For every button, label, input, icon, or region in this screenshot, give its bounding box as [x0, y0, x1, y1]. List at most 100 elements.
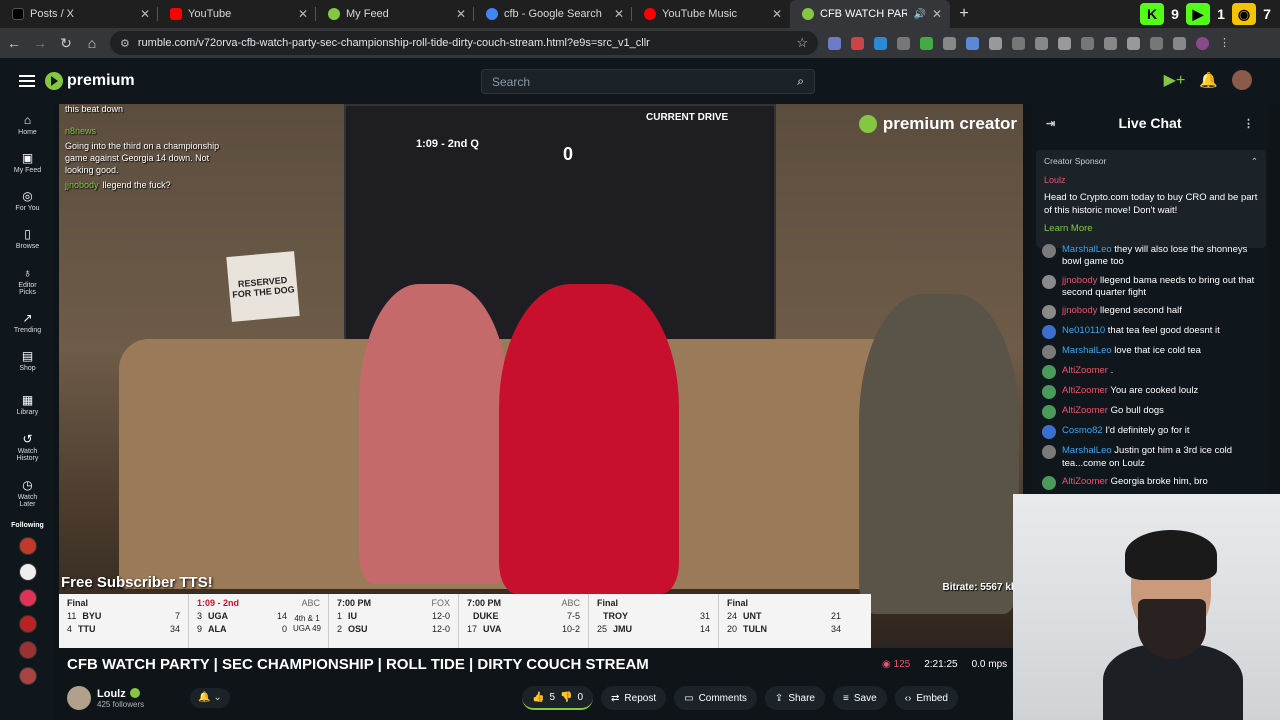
extension-icon[interactable]	[1058, 36, 1071, 50]
glasses-extension-icon[interactable]: ◉	[1232, 3, 1256, 25]
extension-icon[interactable]	[920, 36, 933, 50]
chat-options-icon[interactable]: ⋮	[1243, 117, 1254, 130]
tab-youtube[interactable]: YouTube ✕	[158, 0, 316, 28]
comments-button[interactable]: ▭ Comments	[674, 686, 757, 710]
channel-avatar[interactable]	[67, 686, 91, 710]
new-tab-button[interactable]: +	[950, 5, 978, 23]
extension-icon[interactable]	[1012, 36, 1025, 50]
chat-user-avatar[interactable]	[1042, 405, 1056, 420]
bookmark-star-icon[interactable]: ☆	[796, 35, 808, 51]
forward-icon[interactable]: →	[32, 35, 48, 51]
save-button[interactable]: ≡ Save	[833, 686, 887, 710]
followed-channel-avatar[interactable]	[18, 615, 37, 633]
chat-username[interactable]: AltiZoomer	[1062, 365, 1108, 376]
chat-username[interactable]: MarshalLeo	[1062, 244, 1112, 255]
extension-icon[interactable]	[874, 36, 887, 50]
chat-username[interactable]: AltiZoomer	[1062, 405, 1108, 416]
play-extension-icon[interactable]: ▶	[1186, 3, 1210, 25]
home-icon[interactable]: ⌂	[84, 35, 100, 51]
extension-icon[interactable]	[989, 36, 1002, 50]
chat-username[interactable]: AltiZoomer	[1062, 385, 1108, 396]
tab-cfb-watch-party[interactable]: CFB WATCH PARTY | SEC CH 🔊 ✕	[790, 0, 950, 28]
extension-icon[interactable]	[851, 36, 864, 50]
chat-username[interactable]: AltiZoomer	[1062, 476, 1108, 487]
menu-icon[interactable]: ⋮	[1219, 37, 1232, 50]
chat-user-avatar[interactable]	[1042, 325, 1056, 340]
extension-icon[interactable]	[1035, 36, 1048, 50]
speaker-icon[interactable]: 🔊	[913, 9, 925, 20]
sidebar-item-library[interactable]: ▦ Library	[0, 386, 55, 424]
back-icon[interactable]: ←	[6, 35, 22, 51]
sidebar-item-watch-history[interactable]: ↺ Watch History	[0, 424, 55, 470]
chevron-up-icon[interactable]: ⌃	[1251, 156, 1258, 167]
collapse-chat-icon[interactable]: ⇥	[1046, 117, 1055, 130]
rumble-premium-logo[interactable]: premium	[45, 72, 135, 90]
chat-username[interactable]: MarshalLeo	[1062, 445, 1112, 456]
chat-username[interactable]: jjnobody	[1062, 305, 1097, 316]
chat-user-avatar[interactable]	[1042, 385, 1056, 400]
kick-extension-icon[interactable]: K	[1140, 3, 1164, 25]
repost-button[interactable]: ⇄ Repost	[601, 686, 667, 710]
extension-icon[interactable]	[828, 36, 841, 50]
followed-channel-avatar[interactable]	[18, 563, 37, 581]
sponsor-user[interactable]: Loulz	[1044, 175, 1258, 185]
followed-channel-avatar[interactable]	[18, 641, 37, 659]
channel-info[interactable]: Loulz 425 followers	[67, 686, 144, 710]
chat-user-avatar[interactable]	[1042, 274, 1056, 289]
sidebar-item-watch-later[interactable]: ◷ Watch Later	[0, 470, 55, 516]
site-info-icon[interactable]: ⚙	[120, 37, 130, 50]
channel-name[interactable]: Loulz	[97, 688, 126, 700]
extension-icon[interactable]	[943, 36, 956, 50]
close-icon[interactable]: ✕	[614, 7, 624, 21]
search-icon[interactable]: ⌕	[797, 74, 804, 89]
extension-icon[interactable]	[897, 36, 910, 50]
video-player[interactable]: CURRENT DRIVE 1:09 - 2nd Q 0 RESERVED FO…	[59, 104, 1023, 648]
followed-channel-avatar[interactable]	[18, 589, 37, 607]
tab-my-feed[interactable]: My Feed ✕	[316, 0, 474, 28]
close-icon[interactable]: ✕	[932, 7, 942, 21]
chat-user-avatar[interactable]	[1042, 445, 1056, 460]
close-icon[interactable]: ✕	[140, 7, 150, 21]
chat-user-avatar[interactable]	[1042, 476, 1056, 491]
go-live-camera-icon[interactable]: ▶+	[1164, 70, 1186, 90]
share-button[interactable]: ⇪ Share	[764, 686, 825, 710]
chat-username[interactable]: Cosmo82	[1062, 425, 1103, 436]
sidebar-item-browse[interactable]: ▯ Browse	[0, 220, 55, 258]
chat-user-avatar[interactable]	[1042, 305, 1056, 320]
reload-icon[interactable]: ↻	[58, 35, 74, 52]
close-icon[interactable]: ✕	[772, 7, 782, 21]
chat-user-avatar[interactable]	[1042, 244, 1056, 258]
close-icon[interactable]: ✕	[298, 7, 308, 21]
chat-user-avatar[interactable]	[1042, 365, 1056, 380]
sidebar-item-editor-picks[interactable]: ♁ Editor Picks	[0, 258, 55, 304]
sidebar-item-for-you[interactable]: ◎ For You	[0, 182, 55, 220]
extension-icon[interactable]	[1104, 36, 1117, 50]
chat-username[interactable]: Ne010110	[1062, 325, 1105, 336]
tab-google-search[interactable]: cfb - Google Search ✕	[474, 0, 632, 28]
tab-youtube-music[interactable]: YouTube Music ✕	[632, 0, 790, 28]
chat-username[interactable]: jjnobody	[1062, 275, 1097, 286]
sidebar-item-trending[interactable]: ↗ Trending	[0, 304, 55, 342]
tab-x[interactable]: Posts / X ✕	[0, 0, 158, 28]
notification-toggle-button[interactable]: 🔔 ⌄	[190, 688, 230, 708]
learn-more-link[interactable]: Learn More	[1044, 223, 1258, 234]
chat-user-avatar[interactable]	[1042, 425, 1056, 440]
extension-icon[interactable]	[1173, 36, 1186, 50]
chat-user-avatar[interactable]	[1042, 345, 1056, 360]
extension-icon[interactable]	[1150, 36, 1163, 50]
followed-channel-avatar[interactable]	[18, 667, 37, 685]
thumbs-down-icon[interactable]: 👎	[560, 692, 572, 703]
followed-channel-avatar[interactable]	[18, 537, 37, 555]
sidebar-item-shop[interactable]: ▤ Shop	[0, 342, 55, 380]
sidebar-item-my-feed[interactable]: ▣ My Feed	[0, 144, 55, 182]
search-input[interactable]: Search ⌕	[481, 69, 815, 94]
hamburger-menu-icon[interactable]	[19, 72, 35, 90]
user-avatar[interactable]	[1232, 70, 1252, 90]
chat-username[interactable]: MarshalLeo	[1062, 345, 1112, 356]
extension-icon[interactable]	[1081, 36, 1094, 50]
close-icon[interactable]: ✕	[456, 7, 466, 21]
url-field[interactable]: ⚙ rumble.com/v72orva-cfb-watch-party-sec…	[110, 31, 818, 55]
notifications-bell-icon[interactable]: 🔔	[1199, 71, 1218, 89]
embed-button[interactable]: ‹› Embed	[894, 686, 958, 710]
channel-name-row[interactable]: Loulz	[97, 687, 144, 700]
